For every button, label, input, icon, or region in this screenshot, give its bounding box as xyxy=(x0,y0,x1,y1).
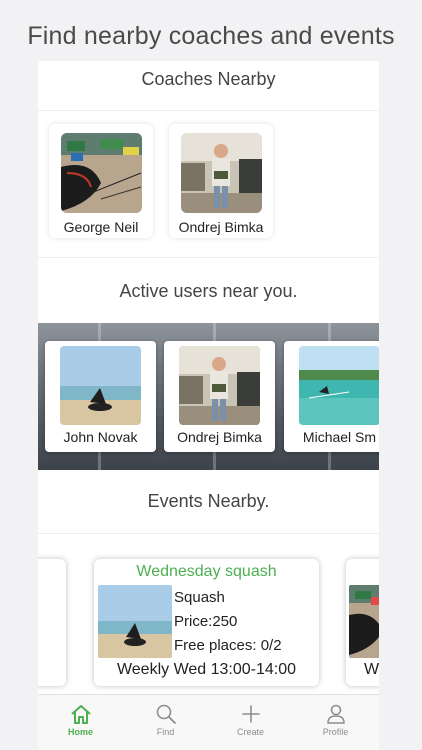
event-sport: Squash xyxy=(174,589,225,606)
event-title: Wednesday squash xyxy=(136,563,277,580)
tab-label: Find xyxy=(156,727,175,737)
user-card-ondrej-bimka[interactable]: Ondrej Bimka xyxy=(164,341,275,452)
app-screen: Coaches Nearby George Neil Ondrej Bimka … xyxy=(38,61,379,750)
divider xyxy=(38,257,379,258)
divider xyxy=(38,533,379,534)
tab-create[interactable]: Create xyxy=(208,695,293,750)
event-schedule: 0 xyxy=(38,661,66,679)
tab-bar: Home Find Create Profile xyxy=(38,694,379,750)
person-portrait-photo xyxy=(179,346,260,425)
coach-name: Ondrej Bimka xyxy=(178,219,264,235)
event-card-partial-right[interactable]: W xyxy=(346,559,379,686)
coach-card-george-neil[interactable]: George Neil xyxy=(49,124,153,238)
event-price: Price:250 xyxy=(174,613,238,630)
coaches-section-title: Coaches Nearby xyxy=(141,69,276,89)
person-icon xyxy=(327,704,345,724)
event-schedule: W xyxy=(364,661,379,678)
user-name: John Novak xyxy=(63,429,138,445)
event-card-partial-left[interactable]: 0 xyxy=(38,559,66,686)
user-name: Ondrej Bimka xyxy=(177,429,262,445)
tab-label: Home xyxy=(67,727,93,737)
user-card-michael[interactable]: Michael Sm xyxy=(284,341,379,452)
event-free-places: Free places: 0/2 xyxy=(174,637,282,654)
search-icon xyxy=(156,704,176,724)
divider xyxy=(38,110,379,111)
user-card-john-novak[interactable]: John Novak xyxy=(45,341,156,452)
users-carousel[interactable]: John Novak Ondrej Bimka Michael Sm xyxy=(38,323,379,470)
home-icon xyxy=(71,705,91,724)
tab-profile[interactable]: Profile xyxy=(293,695,378,750)
events-section-title: Events Nearby. xyxy=(147,491,270,511)
kite-beach-photo xyxy=(349,585,379,658)
users-section-title: Active users near you. xyxy=(119,281,298,301)
tab-find[interactable]: Find xyxy=(123,695,208,750)
kite-sea-photo xyxy=(299,346,379,425)
tab-label: Create xyxy=(236,727,264,737)
kite-beach-photo xyxy=(61,133,142,213)
tab-home[interactable]: Home xyxy=(38,695,123,750)
event-card-wednesday-squash[interactable]: Wednesday squash Squash Price:250 Free p… xyxy=(94,559,319,686)
event-schedule: Weekly Wed 13:00-14:00 xyxy=(116,661,297,678)
promo-headline: Find nearby coaches and events xyxy=(27,22,395,50)
kite-lagoon-photo xyxy=(60,346,141,425)
coach-card-ondrej-bimka[interactable]: Ondrej Bimka xyxy=(169,124,273,238)
plus-icon xyxy=(242,705,260,723)
person-portrait-photo xyxy=(181,133,262,213)
kite-lagoon-photo xyxy=(98,585,172,658)
tab-label: Profile xyxy=(322,727,349,737)
coach-name: George Neil xyxy=(63,219,139,235)
user-name: Michael Sm xyxy=(302,429,377,445)
